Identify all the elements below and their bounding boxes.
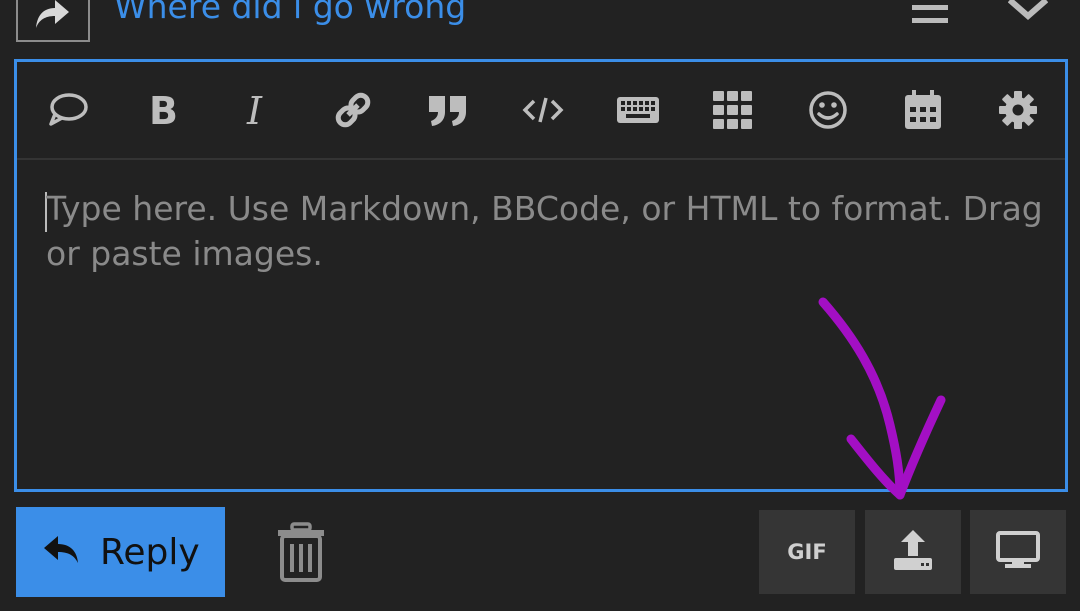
- upload-icon: [891, 528, 935, 576]
- preview-button[interactable]: [970, 510, 1066, 594]
- gear-icon[interactable]: [996, 88, 1040, 132]
- monitor-icon: [996, 530, 1040, 574]
- keyboard-icon[interactable]: [616, 88, 660, 132]
- calendar-icon[interactable]: [901, 88, 945, 132]
- link-icon[interactable]: [331, 88, 375, 132]
- topic-title[interactable]: Where did i go wrong: [114, 0, 466, 27]
- reply-arrow-icon[interactable]: [16, 0, 90, 42]
- grid-icon[interactable]: [711, 88, 755, 132]
- code-icon[interactable]: [521, 88, 565, 132]
- svg-text:B: B: [149, 92, 178, 128]
- bold-icon[interactable]: B: [141, 88, 185, 132]
- gif-button[interactable]: GIF: [759, 510, 855, 594]
- trash-icon[interactable]: [276, 522, 326, 582]
- italic-icon[interactable]: I: [236, 88, 280, 132]
- composer: B I Type here. Use Markdown, BBCode, or …: [14, 59, 1068, 492]
- gif-label: GIF: [787, 540, 827, 564]
- reply-arrow-icon: [42, 534, 82, 570]
- topic-header: Where did i go wrong: [0, 0, 1080, 56]
- reply-label: Reply: [100, 531, 200, 573]
- reply-button[interactable]: Reply: [16, 507, 225, 597]
- quote-icon[interactable]: [426, 88, 470, 132]
- editor-textarea[interactable]: Type here. Use Markdown, BBCode, or HTML…: [46, 186, 1046, 276]
- formatting-toolbar: B I: [17, 62, 1065, 160]
- chevron-down-icon[interactable]: [1007, 0, 1049, 28]
- svg-text:I: I: [246, 92, 263, 128]
- smiley-icon[interactable]: [806, 88, 850, 132]
- hamburger-icon[interactable]: [912, 2, 950, 32]
- upload-button[interactable]: [865, 510, 961, 594]
- speech-bubble-icon[interactable]: [46, 88, 90, 132]
